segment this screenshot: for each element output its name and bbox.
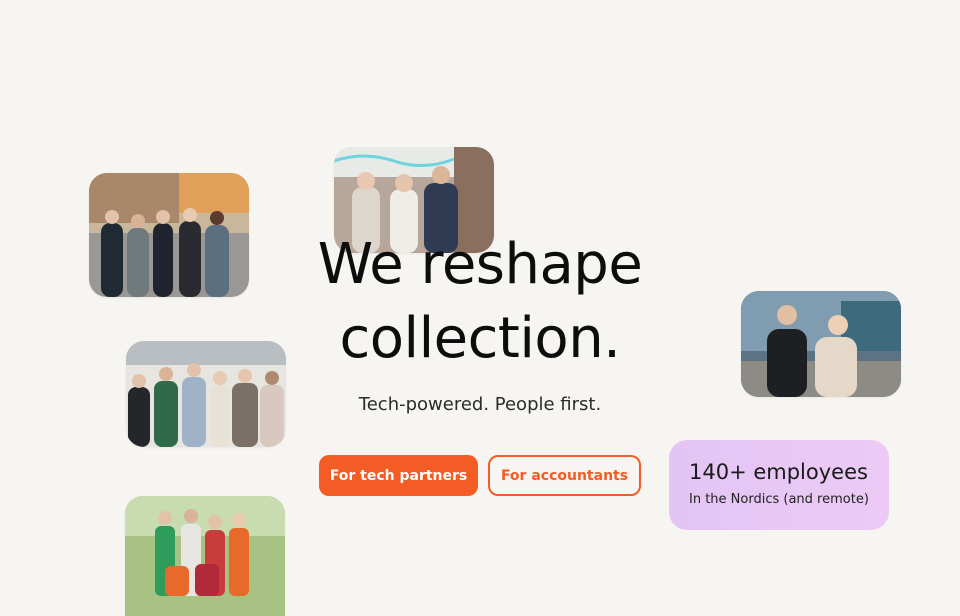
team-photo-street xyxy=(89,173,249,297)
employees-count: 140+ employees xyxy=(689,460,868,484)
accountants-button[interactable]: For accountants xyxy=(488,455,641,496)
hero-title: We reshape collection. xyxy=(280,228,680,376)
tech-partners-button[interactable]: For tech partners xyxy=(319,455,478,496)
tech-partners-button-label: For tech partners xyxy=(329,467,468,484)
team-photo-park xyxy=(125,496,285,616)
hero-title-line-1: We reshape xyxy=(317,232,643,297)
hero-section: We reshape collection. Tech-powered. Peo… xyxy=(280,228,680,415)
team-photo-duo xyxy=(741,291,901,397)
hero-title-line-2: collection. xyxy=(339,306,621,371)
accountants-button-label: For accountants xyxy=(500,467,629,484)
hero-tagline: Tech-powered. People first. xyxy=(358,394,602,415)
team-photo-office-group xyxy=(126,341,286,447)
employees-stat-card: 140+ employees In the Nordics (and remot… xyxy=(669,440,889,530)
employees-location: In the Nordics (and remote) xyxy=(689,492,869,507)
